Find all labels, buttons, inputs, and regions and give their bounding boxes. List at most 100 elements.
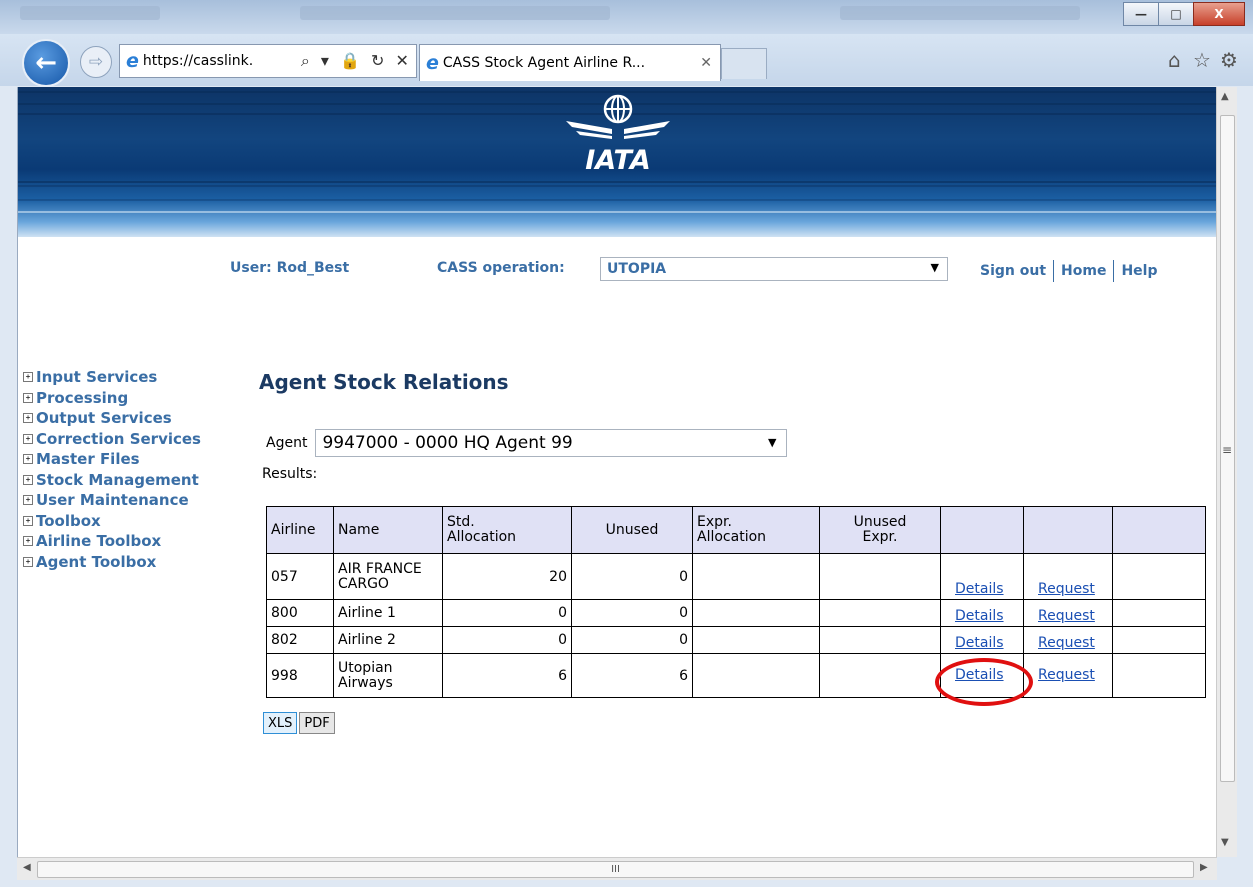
nav-item-processing[interactable]: + Processing [23, 388, 201, 409]
close-window-button[interactable]: X [1193, 2, 1245, 26]
cass-operation-label: CASS operation: [437, 260, 565, 276]
forward-button[interactable]: ⇨ [80, 46, 112, 78]
expand-icon[interactable]: + [23, 413, 33, 424]
arrow-right-icon: ⇨ [88, 52, 104, 72]
col-unused-expr: Unused Expr. [819, 506, 941, 554]
vertical-scrollbar[interactable]: ▲ ≡ ▼ [1216, 87, 1237, 857]
horizontal-scroll-thumb[interactable]: III [37, 861, 1194, 878]
sign-out-link[interactable]: Sign out [980, 263, 1046, 279]
expand-icon[interactable]: + [23, 556, 33, 567]
help-link[interactable]: Help [1121, 263, 1157, 279]
nav-item-label[interactable]: Airline Toolbox [36, 531, 161, 552]
cell-name: Airline 1 [333, 599, 443, 627]
details-link[interactable]: Details [955, 608, 1004, 624]
request-link[interactable]: Request [1038, 581, 1095, 597]
maximize-button[interactable]: □ [1158, 2, 1194, 26]
nav-item-label[interactable]: Input Services [36, 367, 157, 388]
nav-item-input-services[interactable]: + Input Services [23, 367, 201, 388]
request-link[interactable]: Request [1038, 635, 1095, 651]
blurred-title-area [20, 6, 160, 20]
cell-expr [692, 599, 820, 627]
top-links: Sign out Home Help [980, 260, 1158, 282]
expand-icon[interactable]: + [23, 392, 33, 403]
nav-item-user-maintenance[interactable]: + User Maintenance [23, 490, 201, 511]
cell-unused-expr [819, 653, 941, 698]
nav-item-label[interactable]: Processing [36, 388, 128, 409]
cell-unused: 0 [571, 626, 693, 654]
expand-icon[interactable]: + [23, 433, 33, 444]
expand-icon[interactable]: + [23, 474, 33, 485]
nav-item-label[interactable]: Master Files [36, 449, 140, 470]
nav-item-label[interactable]: Agent Toolbox [36, 552, 156, 573]
results-label: Results: [262, 466, 318, 482]
table-row: 800 Airline 1 0 0 Details Request [266, 599, 1206, 627]
chevron-down-icon: ▼ [767, 436, 777, 449]
address-bar[interactable]: e https://casslink. ⌕ ▾ 🔒 ↻ ✕ [119, 44, 417, 78]
nav-item-output-services[interactable]: + Output Services [23, 408, 201, 429]
cell-unused-expr [819, 553, 941, 600]
cell-details: Details [940, 553, 1024, 600]
cell-std: 0 [442, 599, 572, 627]
scroll-up-icon[interactable]: ▲ [1221, 91, 1229, 102]
expand-icon[interactable]: + [23, 372, 33, 383]
home-icon[interactable]: ⌂ [1168, 48, 1181, 72]
window-controls: — □ X [1123, 2, 1245, 26]
nav-item-toolbox[interactable]: + Toolbox [23, 511, 201, 532]
new-tab-button[interactable] [721, 48, 767, 79]
agent-row: Agent 9947000 - 0000 HQ Agent 99 ▼ [266, 429, 788, 457]
request-link[interactable]: Request [1038, 608, 1095, 624]
scroll-right-icon[interactable]: ▶ [1200, 862, 1208, 873]
star-icon[interactable]: ☆ [1193, 48, 1211, 72]
nav-item-stock-management[interactable]: + Stock Management [23, 470, 201, 491]
cell-airline: 057 [266, 553, 334, 600]
cell-std: 6 [442, 653, 572, 698]
stock-relations-table: Airline Name Std. Allocation Unused Expr… [266, 506, 1206, 698]
cass-operation-select[interactable]: UTOPIA ▼ [600, 257, 948, 281]
expand-icon[interactable]: + [23, 495, 33, 506]
nav-item-label[interactable]: Correction Services [36, 429, 201, 450]
nav-item-label[interactable]: Toolbox [36, 511, 101, 532]
browser-tab[interactable]: e CASS Stock Agent Airline R... ✕ [419, 44, 721, 81]
home-link[interactable]: Home [1061, 263, 1106, 279]
col-expr-allocation: Expr. Allocation [692, 506, 820, 554]
address-tools[interactable]: ⌕ ▾ 🔒 ↻ ✕ [301, 51, 412, 71]
ie-icon: e [426, 52, 439, 74]
scroll-down-icon[interactable]: ▼ [1221, 837, 1229, 848]
agent-label: Agent [266, 435, 308, 451]
table-row: 998 Utopian Airways 6 6 Details Request [266, 653, 1206, 698]
cell-unused: 6 [571, 653, 693, 698]
back-button[interactable]: ← [22, 39, 70, 87]
pdf-export-button[interactable]: PDF [299, 712, 335, 734]
page-viewport: IATA User: Rod_Best CASS operation: UTOP… [17, 87, 1217, 857]
col-name: Name [333, 506, 443, 554]
cell-std: 0 [442, 626, 572, 654]
expand-icon[interactable]: + [23, 536, 33, 547]
col-details [940, 506, 1024, 554]
cell-empty [1112, 553, 1206, 600]
nav-item-label[interactable]: Output Services [36, 408, 172, 429]
address-url[interactable]: https://casslink. [143, 53, 293, 69]
details-link[interactable]: Details [955, 581, 1004, 597]
tab-close-button[interactable]: ✕ [700, 55, 712, 71]
nav-item-label[interactable]: User Maintenance [36, 490, 189, 511]
nav-item-correction-services[interactable]: + Correction Services [23, 429, 201, 450]
expand-icon[interactable]: + [23, 454, 33, 465]
gear-icon[interactable]: ⚙ [1220, 48, 1238, 72]
details-link[interactable]: Details [955, 635, 1004, 651]
nav-item-label[interactable]: Stock Management [36, 470, 199, 491]
nav-item-agent-toolbox[interactable]: + Agent Toolbox [23, 552, 201, 573]
cell-details: Details [940, 599, 1024, 627]
expand-icon[interactable]: + [23, 515, 33, 526]
horizontal-scrollbar[interactable]: ◀ III ▶ [17, 857, 1217, 880]
xls-export-button[interactable]: XLS [263, 712, 298, 734]
minimize-button[interactable]: — [1123, 2, 1159, 26]
page-title: Agent Stock Relations [259, 370, 509, 394]
agent-select[interactable]: 9947000 - 0000 HQ Agent 99 ▼ [315, 429, 788, 457]
scroll-left-icon[interactable]: ◀ [23, 862, 31, 873]
nav-item-airline-toolbox[interactable]: + Airline Toolbox [23, 531, 201, 552]
cell-request: Request [1023, 599, 1113, 627]
nav-item-master-files[interactable]: + Master Files [23, 449, 201, 470]
cell-name: Airline 2 [333, 626, 443, 654]
col-request [1023, 506, 1113, 554]
request-link[interactable]: Request [1038, 667, 1095, 683]
